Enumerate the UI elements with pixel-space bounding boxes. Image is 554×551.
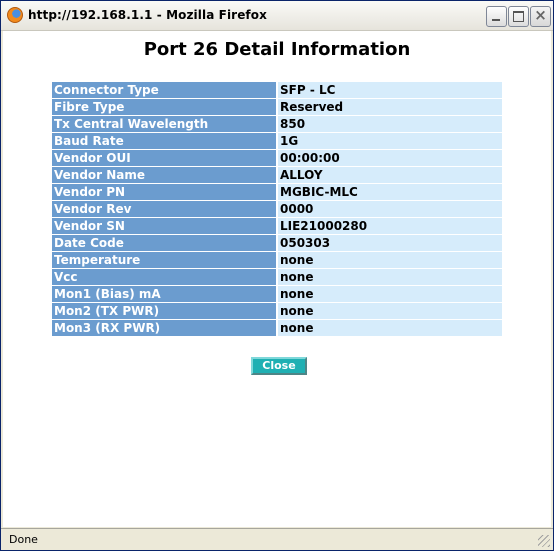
close-window-button[interactable]: × — [530, 6, 551, 27]
port-detail-table: Connector Type SFP - LC Fibre Type Reserve… — [52, 81, 502, 337]
row-label: Mon1 (Bias) mA — [52, 286, 278, 302]
table-row: Date Code 050303 — [52, 235, 502, 251]
row-value: 00:00:00 — [278, 150, 502, 166]
row-label: Date Code — [52, 235, 278, 251]
page-content: Port 26 Detail Information Connector Typ… — [3, 31, 551, 527]
row-label: Vendor OUI — [52, 150, 278, 166]
table-row: Mon2 (TX PWR) none — [52, 303, 502, 319]
row-value: MGBIC-MLC — [278, 184, 502, 200]
row-label: Connector Type — [52, 82, 278, 98]
table-row: Tx Central Wavelength 850 — [52, 116, 502, 132]
row-label: Vendor SN — [52, 218, 278, 234]
row-label: Temperature — [52, 252, 278, 268]
row-value: 050303 — [278, 235, 502, 251]
minimize-button[interactable] — [486, 6, 507, 27]
row-label: Fibre Type — [52, 99, 278, 115]
row-label: Mon2 (TX PWR) — [52, 303, 278, 319]
row-label: Mon3 (RX PWR) — [52, 320, 278, 336]
row-value: 0000 — [278, 201, 502, 217]
table-row: Vendor OUI 00:00:00 — [52, 150, 502, 166]
row-value: none — [278, 269, 502, 285]
row-value: ALLOY — [278, 167, 502, 183]
row-label: Vendor PN — [52, 184, 278, 200]
table-row: Mon1 (Bias) mA none — [52, 286, 502, 302]
row-value: none — [278, 252, 502, 268]
row-label: Tx Central Wavelength — [52, 116, 278, 132]
table-row: Vendor Rev 0000 — [52, 201, 502, 217]
table-row: Mon3 (RX PWR) none — [52, 320, 502, 336]
row-value: Reserved — [278, 99, 502, 115]
resize-grip-icon[interactable] — [538, 535, 550, 547]
row-value: none — [278, 320, 502, 336]
window-title: http://192.168.1.1 - Mozilla Firefox — [28, 8, 267, 22]
table-row: Baud Rate 1G — [52, 133, 502, 149]
table-row: Vendor PN MGBIC-MLC — [52, 184, 502, 200]
table-row: Connector Type SFP - LC — [52, 82, 502, 98]
table-row: Vendor SN LIE21000280 — [52, 218, 502, 234]
browser-window: http://192.168.1.1 - Mozilla Firefox × P… — [0, 0, 554, 551]
row-label: Vendor Name — [52, 167, 278, 183]
status-bar: Done — [1, 528, 553, 550]
row-label: Baud Rate — [52, 133, 278, 149]
maximize-button[interactable] — [508, 6, 529, 27]
close-button[interactable]: Close — [251, 357, 307, 375]
row-label: Vcc — [52, 269, 278, 285]
table-row: Vcc none — [52, 269, 502, 285]
row-value: none — [278, 303, 502, 319]
table-row: Temperature none — [52, 252, 502, 268]
title-bar[interactable]: http://192.168.1.1 - Mozilla Firefox × — [1, 1, 553, 31]
status-text: Done — [9, 533, 38, 546]
page-title: Port 26 Detail Information — [143, 39, 411, 60]
firefox-icon — [7, 7, 23, 23]
close-icon: × — [534, 6, 547, 24]
row-label: Vendor Rev — [52, 201, 278, 217]
row-value: 1G — [278, 133, 502, 149]
table-row: Fibre Type Reserved — [52, 99, 502, 115]
row-value: 850 — [278, 116, 502, 132]
row-value: SFP - LC — [278, 82, 502, 98]
row-value: none — [278, 286, 502, 302]
table-row: Vendor Name ALLOY — [52, 167, 502, 183]
row-value: LIE21000280 — [278, 218, 502, 234]
